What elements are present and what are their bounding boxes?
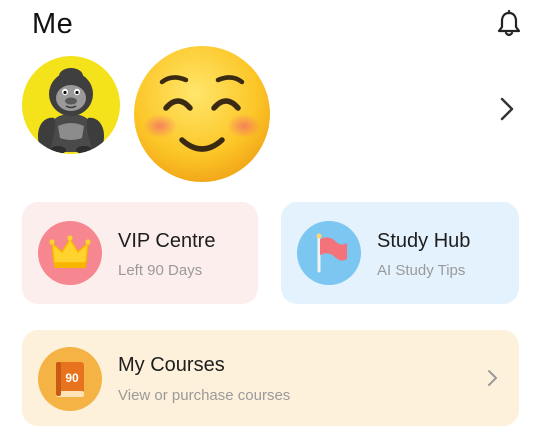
flag-icon — [297, 221, 361, 285]
study-hub-title: Study Hub — [377, 230, 471, 252]
my-courses-card[interactable]: 90 My Courses View or purchase courses — [22, 330, 519, 426]
crown-icon — [38, 221, 102, 285]
smiling-face-emoji — [128, 44, 276, 184]
vip-centre-title: VIP Centre — [118, 230, 216, 252]
vip-days-left: Left 90 Days — [118, 262, 203, 279]
gorilla-avatar[interactable] — [22, 56, 120, 154]
chevron-right-icon[interactable] — [486, 369, 498, 387]
study-hub-subtitle: AI Study Tips — [377, 262, 466, 279]
book-label: 90 — [65, 371, 79, 385]
vip-centre-card[interactable]: VIP Centre Left 90 Days — [22, 202, 258, 304]
profile-row[interactable] — [0, 44, 541, 184]
chevron-right-icon[interactable] — [498, 96, 516, 122]
my-courses-subtitle: View or purchase courses — [118, 387, 291, 404]
bell-icon[interactable] — [496, 10, 522, 38]
book-icon: 90 — [38, 347, 102, 411]
study-hub-card[interactable]: Study Hub AI Study Tips — [281, 202, 519, 304]
page-title: Me — [32, 8, 74, 40]
my-courses-title: My Courses — [118, 354, 225, 376]
